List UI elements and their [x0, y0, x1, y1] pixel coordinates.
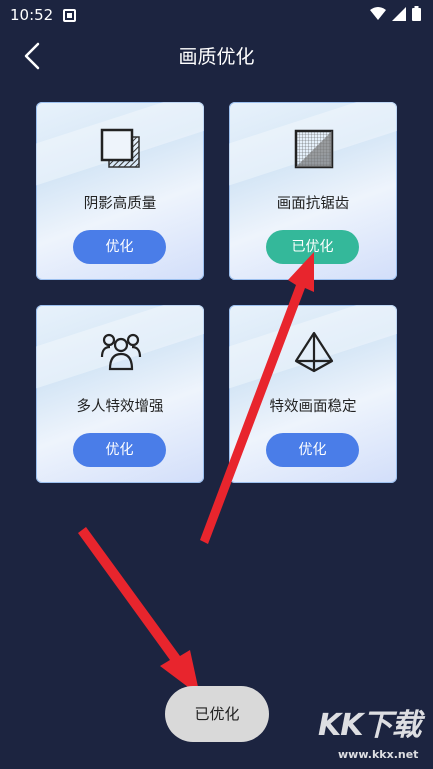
shadow-squares-icon: [100, 128, 140, 168]
battery-icon: [412, 6, 421, 21]
status-bar: 10:52: [0, 0, 433, 30]
status-time: 10:52: [10, 6, 54, 24]
page-title: 画质优化: [178, 46, 255, 68]
optimize-shadow-button[interactable]: 优化: [73, 230, 166, 264]
card-label: 特效画面稳定: [269, 399, 357, 415]
card-label: 阴影高质量: [83, 196, 157, 212]
header: 画质优化: [0, 30, 433, 80]
optimized-antialias-button[interactable]: 已优化: [266, 230, 359, 264]
notification-icon: [63, 8, 77, 22]
card-label: 画面抗锯齿: [276, 196, 350, 212]
card-antialiasing: 画面抗锯齿 已优化: [229, 102, 397, 280]
toast-message: 已优化: [165, 686, 269, 742]
optimize-stability-button[interactable]: 优化: [266, 433, 359, 467]
pyramid-icon: [294, 331, 334, 373]
watermark-logo: KK下载 www.kkx.net: [318, 700, 428, 765]
wifi-icon: [370, 6, 386, 20]
antialias-grid-icon: [294, 129, 334, 169]
watermark-url: www.kkx.net: [338, 748, 419, 761]
optimize-multiplayer-button[interactable]: 优化: [73, 433, 166, 467]
card-label: 多人特效增强: [76, 399, 164, 415]
signal-icon: [392, 6, 406, 21]
status-icons: [370, 6, 421, 21]
people-group-icon: [100, 333, 142, 371]
card-effect-stability: 特效画面稳定 优化: [229, 305, 397, 483]
card-shadow-quality: 阴影高质量 优化: [36, 102, 204, 280]
watermark-text: KK下载: [318, 708, 422, 743]
card-multiplayer-effects: 多人特效增强 优化: [36, 305, 204, 483]
